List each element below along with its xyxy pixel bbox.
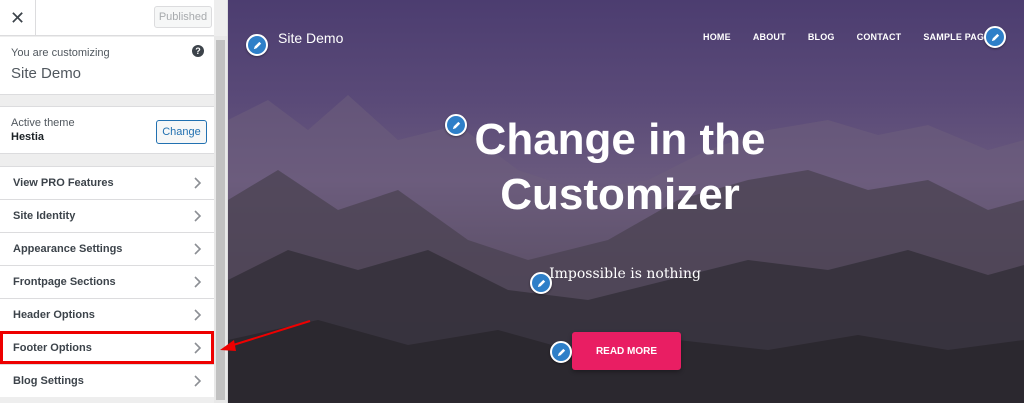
sidebar-item-label: View PRO Features <box>13 177 114 189</box>
nav-item-sample-page[interactable]: SAMPLE PAGE <box>923 32 990 42</box>
nav-item-about[interactable]: ABOUT <box>753 32 786 42</box>
customizing-site-name: Site Demo <box>11 65 82 82</box>
chevron-right-icon <box>194 243 202 255</box>
sidebar-item-label: Footer Options <box>13 342 92 354</box>
site-title[interactable]: Site Demo <box>278 30 343 46</box>
chevron-right-icon <box>194 309 202 321</box>
sidebar-item-view-pro-features[interactable]: View PRO Features <box>0 166 214 199</box>
active-theme-section: Active theme Hestia Change <box>0 106 214 154</box>
edit-shortcut-site-title-icon[interactable] <box>246 34 268 56</box>
chevron-right-icon <box>194 276 202 288</box>
sidebar-item-appearance-settings[interactable]: Appearance Settings <box>0 232 214 265</box>
sidebar-item-label: Blog Settings <box>13 375 84 387</box>
hero-title: Change in the Customizer <box>450 112 790 222</box>
sidebar-item-label: Appearance Settings <box>13 243 123 255</box>
active-theme-label: Active theme <box>11 117 75 129</box>
edit-shortcut-hero-title-icon[interactable] <box>445 114 467 136</box>
annotation-arrow-icon <box>220 320 311 351</box>
change-theme-button[interactable]: Change <box>156 120 207 144</box>
chevron-right-icon <box>194 177 202 189</box>
site-preview: Site Demo HOME ABOUT BLOG CONTACT SAMPLE… <box>228 0 1024 403</box>
edit-shortcut-subtitle-icon[interactable] <box>530 272 552 294</box>
sidebar-item-blog-settings[interactable]: Blog Settings <box>0 364 214 397</box>
nav-item-blog[interactable]: BLOG <box>808 32 835 42</box>
hero-title-line: Change in the <box>474 115 766 164</box>
sidebar-item-header-options[interactable]: Header Options <box>0 298 214 331</box>
edit-shortcut-button-icon[interactable] <box>550 341 572 363</box>
customizer-sidebar: ✕ Published You are customizing Site Dem… <box>0 0 228 403</box>
published-button[interactable]: Published <box>154 6 212 28</box>
read-more-button[interactable]: READ MORE <box>572 332 681 370</box>
sidebar-item-label: Header Options <box>13 309 95 321</box>
nav-item-home[interactable]: HOME <box>703 32 731 42</box>
sidebar-item-site-identity[interactable]: Site Identity <box>0 199 214 232</box>
close-icon[interactable]: ✕ <box>0 0 36 36</box>
customizing-label: You are customizing <box>11 47 110 59</box>
sidebar-item-footer-options[interactable]: Footer Options <box>0 331 214 364</box>
customizer-header: ✕ Published <box>0 0 214 36</box>
help-icon[interactable]: ? <box>192 45 204 57</box>
sidebar-item-frontpage-sections[interactable]: Frontpage Sections <box>0 265 214 298</box>
sidebar-item-label: Frontpage Sections <box>13 276 116 288</box>
nav-item-contact[interactable]: CONTACT <box>857 32 902 42</box>
hero-title-line: Customizer <box>500 170 740 219</box>
hero-subtitle: Impossible is nothing <box>549 266 701 282</box>
chevron-right-icon <box>194 375 202 387</box>
customizer-info: You are customizing Site Demo ? <box>0 37 214 95</box>
active-theme-name: Hestia <box>11 131 45 143</box>
edit-shortcut-menu-icon[interactable] <box>984 26 1006 48</box>
customizer-menu: View PRO Features Site Identity Appearan… <box>0 166 214 397</box>
chevron-right-icon <box>194 210 202 222</box>
chevron-right-icon <box>194 342 202 354</box>
site-nav: HOME ABOUT BLOG CONTACT SAMPLE PAGE <box>703 32 1012 42</box>
sidebar-item-label: Site Identity <box>13 210 76 222</box>
